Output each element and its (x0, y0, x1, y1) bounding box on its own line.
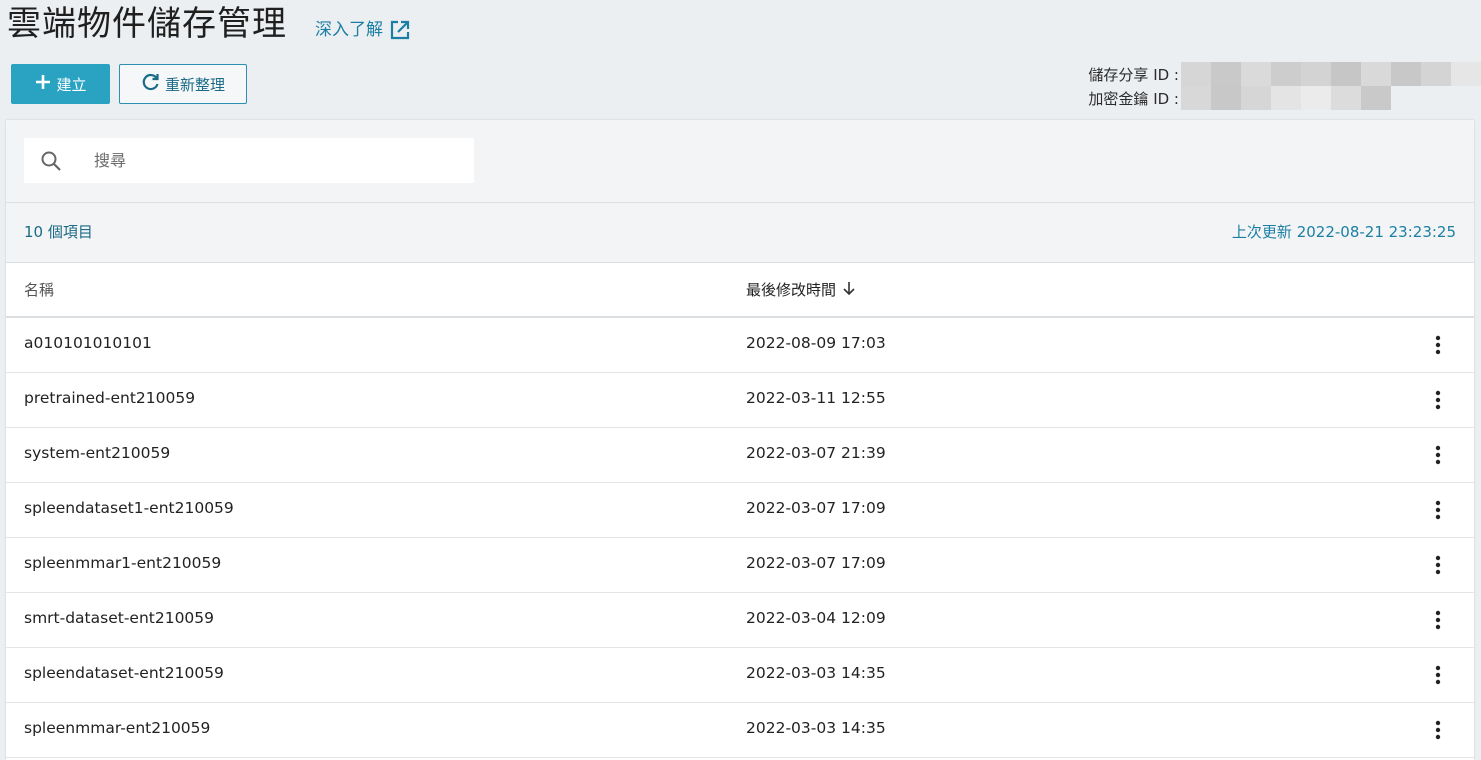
page-title: 雲端物件儲存管理 (7, 4, 287, 44)
cell-name[interactable]: smrt-dataset-ent210059 (24, 609, 214, 627)
cell-name[interactable]: spleendataset1-ent210059 (24, 499, 234, 517)
table-row[interactable]: spleendataset1-ent210059 2022-03-07 17:0… (6, 483, 1474, 538)
table-body: a010101010101 2022-08-09 17:03 pretraine… (6, 318, 1474, 758)
key-id-label: 加密金鑰 ID : (1088, 89, 1179, 108)
sort-descending-icon (842, 280, 856, 300)
create-button[interactable]: 建立 (11, 64, 110, 104)
learn-more-link[interactable]: 深入了解 (315, 18, 411, 42)
table-row[interactable]: spleendataset-ent210059 2022-03-03 14:35 (6, 648, 1474, 703)
more-options-icon[interactable] (1426, 497, 1450, 523)
item-count: 10 個項目 (24, 223, 93, 241)
share-id-redacted (1181, 62, 1481, 86)
last-updated: 上次更新 2022-08-21 23:23:25 (1231, 223, 1456, 241)
cell-modified: 2022-08-09 17:03 (746, 334, 886, 352)
table-header: 名稱 最後修改時間 (6, 263, 1474, 318)
share-id-label: 儲存分享 ID : (1088, 65, 1179, 84)
cell-name[interactable]: spleenmmar1-ent210059 (24, 554, 221, 572)
cell-name[interactable]: spleendataset-ent210059 (24, 664, 224, 682)
bucket-list-panel: 10 個項目 上次更新 2022-08-21 23:23:25 名稱 最後修改時… (6, 120, 1474, 760)
share-id-row: 儲存分享 ID : (1088, 62, 1481, 86)
search-input[interactable] (92, 150, 426, 171)
more-options-icon[interactable] (1426, 552, 1450, 578)
page-header: 雲端物件儲存管理 深入了解 建立 重新整理 儲存分享 ID: 加密金鑰 ID … (0, 0, 1481, 120)
search-box[interactable] (24, 138, 474, 183)
table-row[interactable]: smrt-dataset-ent210059 2022-03-04 12:09 (6, 593, 1474, 648)
external-link-icon (389, 19, 411, 41)
table-row[interactable]: spleenmmar1-ent210059 2022-03-07 17:09 (6, 538, 1474, 593)
refresh-button[interactable]: 重新整理 (119, 64, 247, 104)
cell-modified: 2022-03-11 12:55 (746, 389, 886, 407)
search-icon (40, 150, 62, 172)
cell-name[interactable]: pretrained-ent210059 (24, 389, 195, 407)
cell-modified: 2022-03-03 14:35 (746, 719, 886, 737)
search-area (6, 120, 1474, 203)
table-row[interactable]: a010101010101 2022-08-09 17:03 (6, 318, 1474, 373)
cell-modified: 2022-03-04 12:09 (746, 609, 886, 627)
table-row[interactable]: spleenmmar-ent210059 2022-03-03 14:35 (6, 703, 1474, 758)
cell-modified: 2022-03-03 14:35 (746, 664, 886, 682)
cell-modified: 2022-03-07 17:09 (746, 554, 886, 572)
refresh-button-label: 重新整理 (164, 75, 225, 94)
create-button-label: 建立 (56, 75, 87, 94)
cell-modified: 2022-03-07 17:09 (746, 499, 886, 517)
column-header-modified[interactable]: 最後修改時間 (746, 279, 856, 300)
table-row[interactable]: pretrained-ent210059 2022-03-11 12:55 (6, 373, 1474, 428)
id-info: 儲存分享 ID : 加密金鑰 ID : (1061, 60, 1481, 112)
learn-more-label: 深入了解 (315, 20, 383, 40)
refresh-icon (141, 72, 161, 96)
cell-name[interactable]: system-ent210059 (24, 444, 170, 462)
column-header-name[interactable]: 名稱 (24, 279, 54, 300)
table-row[interactable]: system-ent210059 2022-03-07 21:39 (6, 428, 1474, 483)
more-options-icon[interactable] (1426, 717, 1450, 743)
more-options-icon[interactable] (1426, 387, 1450, 413)
more-options-icon[interactable] (1426, 607, 1450, 633)
plus-icon (34, 73, 52, 95)
more-options-icon[interactable] (1426, 442, 1450, 468)
more-options-icon[interactable] (1426, 662, 1450, 688)
cell-modified: 2022-03-07 21:39 (746, 444, 886, 462)
more-options-icon[interactable] (1426, 332, 1450, 358)
column-header-modified-label: 最後修改時間 (746, 281, 837, 299)
summary-bar: 10 個項目 上次更新 2022-08-21 23:23:25 (6, 203, 1474, 263)
key-id-redacted (1181, 86, 1481, 110)
cell-name[interactable]: a010101010101 (24, 334, 152, 352)
key-id-row: 加密金鑰 ID : (1088, 86, 1481, 110)
cell-name[interactable]: spleenmmar-ent210059 (24, 719, 210, 737)
